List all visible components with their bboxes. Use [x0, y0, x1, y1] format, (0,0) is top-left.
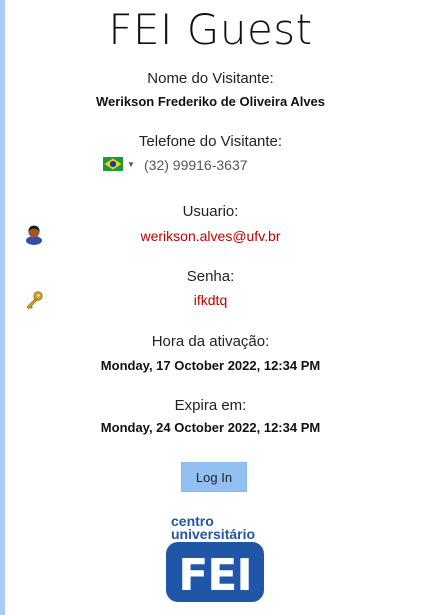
visitor-name-label: Nome do Visitante:: [147, 70, 274, 87]
fei-logo: FEI: [166, 542, 264, 602]
user-label: Usuario:: [182, 203, 239, 220]
brazil-flag-icon[interactable]: [103, 157, 123, 171]
fei-logo-text: FEI: [178, 550, 251, 601]
logo-line-2: universitário: [171, 526, 256, 542]
username-value: werikson.alves@ufv.br: [140, 228, 281, 244]
activation-label: Hora da ativação:: [151, 333, 270, 350]
visitor-name-value: Werikson Frederiko de Oliveira Alves: [95, 94, 326, 109]
country-dropdown-caret-icon[interactable]: ▼: [127, 160, 135, 169]
expires-label: Expira em:: [174, 397, 247, 414]
page-title: FEI Guest: [108, 5, 313, 54]
activation-value: Monday, 17 October 2022, 12:34 PM: [100, 358, 321, 373]
password-value: ifkdtq: [193, 292, 228, 308]
password-label: Senha:: [186, 268, 235, 285]
expires-value: Monday, 24 October 2022, 12:34 PM: [100, 420, 321, 435]
phone-label: Telefone do Visitante:: [138, 133, 283, 150]
phone-input[interactable]: [144, 156, 324, 174]
login-button[interactable]: Log In: [181, 462, 247, 492]
